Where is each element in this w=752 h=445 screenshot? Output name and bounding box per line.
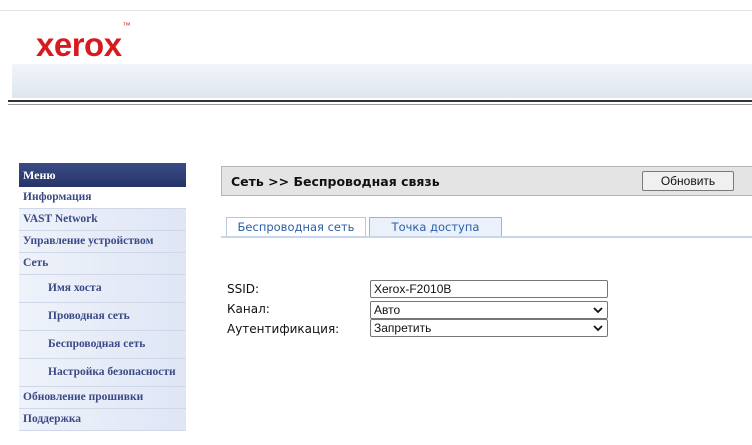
menu-item-network[interactable]: Сеть xyxy=(19,253,186,275)
channel-value: Авто xyxy=(374,303,401,317)
menu-item-info[interactable]: Информация xyxy=(19,187,186,209)
top-border xyxy=(0,0,752,11)
chevron-down-icon xyxy=(593,325,603,332)
menu-item-security-settings[interactable]: Настройка безопасности xyxy=(19,359,186,387)
menu-item-wired-network[interactable]: Проводная сеть xyxy=(19,303,186,331)
ssid-input[interactable]: Xerox-F2010B xyxy=(370,280,608,298)
auth-label: Аутентификация: xyxy=(227,322,340,336)
tab-access-point[interactable]: Точка доступа xyxy=(369,217,502,236)
header-rule xyxy=(8,100,752,102)
auth-select[interactable]: Запретить xyxy=(370,319,608,337)
menu-item-wireless-network[interactable]: Беспроводная сеть xyxy=(19,331,186,359)
sidebar-menu: Меню Информация VAST Network Управление … xyxy=(19,163,186,431)
menu-header: Меню xyxy=(19,163,186,187)
page-titlebar: Сеть >> Беспроводная связь Обновить xyxy=(221,166,752,196)
menu-item-vast-network[interactable]: VAST Network xyxy=(19,209,186,231)
channel-label: Канал: xyxy=(227,302,270,316)
menu-item-hostname[interactable]: Имя хоста xyxy=(19,275,186,303)
tab-wireless-network[interactable]: Беспроводная сеть xyxy=(226,217,366,236)
ssid-label: SSID: xyxy=(227,282,260,296)
header-banner xyxy=(12,64,752,98)
auth-value: Запретить xyxy=(374,321,432,335)
tab-bar: Беспроводная сеть Точка доступа xyxy=(221,217,752,238)
breadcrumb: Сеть >> Беспроводная связь xyxy=(231,174,440,189)
xerox-logo: xerox™ xyxy=(36,21,131,63)
menu-item-support[interactable]: Поддержка xyxy=(19,409,186,431)
menu-item-firmware-update[interactable]: Обновление прошивки xyxy=(19,387,186,409)
chevron-down-icon xyxy=(593,307,603,314)
menu-item-device-management[interactable]: Управление устройством xyxy=(19,231,186,253)
refresh-button[interactable]: Обновить xyxy=(642,171,734,191)
channel-select[interactable]: Авто xyxy=(370,301,608,319)
header-rule-thin xyxy=(8,104,752,105)
